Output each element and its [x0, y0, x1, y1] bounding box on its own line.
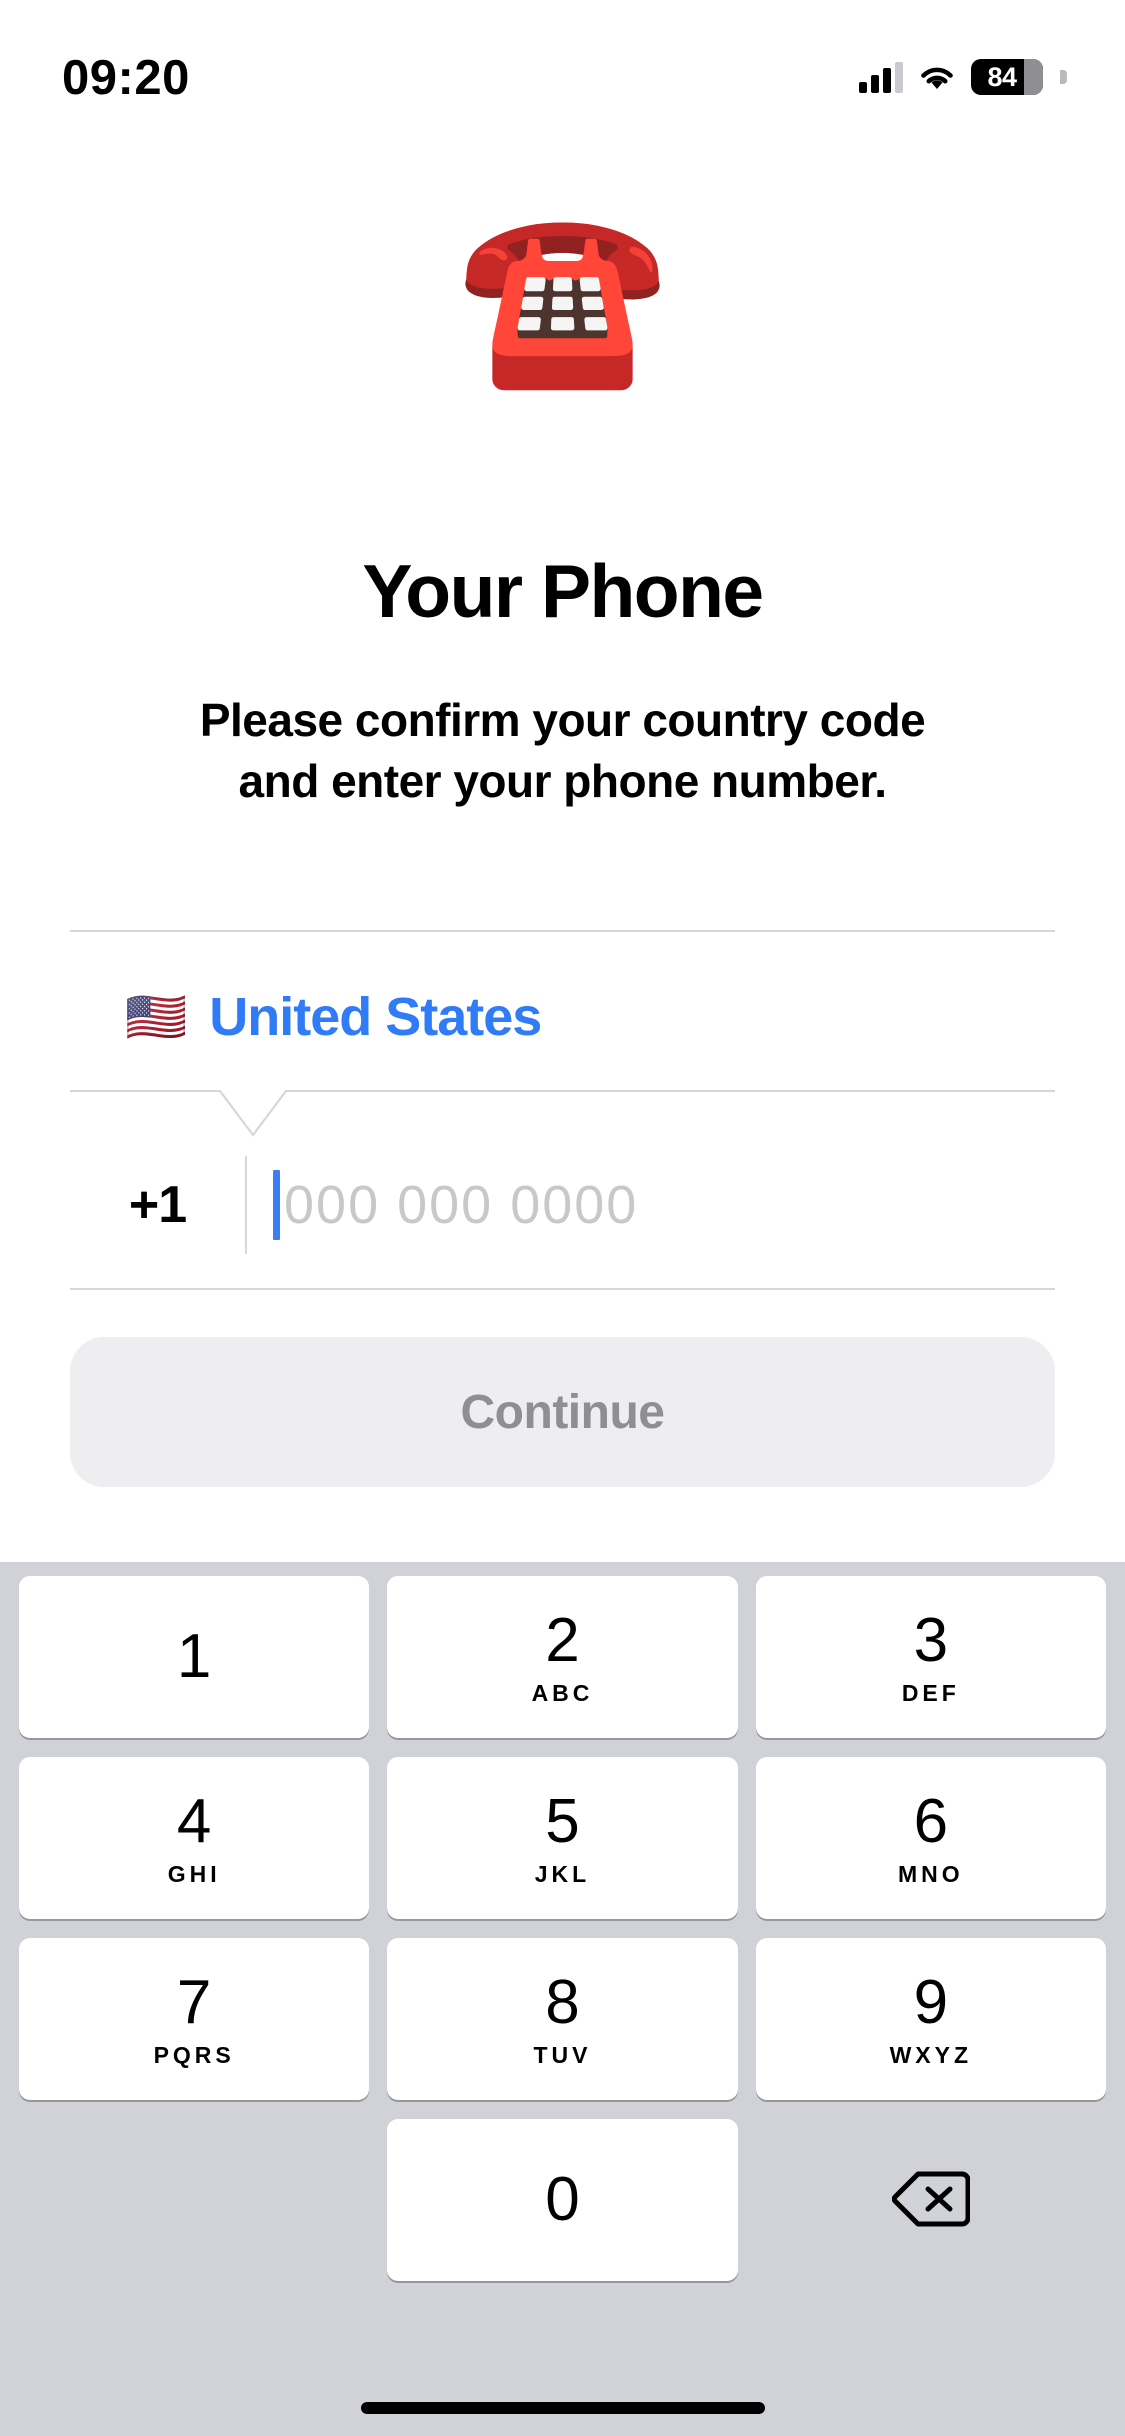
- page-title: Your Phone: [362, 549, 764, 633]
- divider-above-country: [70, 930, 1055, 932]
- dial-code-label: +1: [128, 1176, 187, 1234]
- keypad-row-2: 4 GHI 5 JKL 6 MNO: [10, 1757, 1115, 1919]
- keypad-key-8[interactable]: 8 TUV: [387, 1938, 738, 2100]
- keypad-key-1[interactable]: 1: [19, 1576, 370, 1738]
- key-letters: DEF: [901, 1679, 960, 1706]
- field-vertical-divider: [245, 1156, 247, 1254]
- keypad-spacer: [19, 2119, 369, 2281]
- divider-with-chevron-notch: [70, 1089, 1055, 1140]
- numeric-keypad: 1 2 ABC 3 DEF 4 GHI 5 JKL 6 MNO 7 PQRS 8: [0, 1562, 1125, 2436]
- country-name-label: United States: [209, 987, 542, 1047]
- text-cursor-caret: [273, 1170, 280, 1240]
- phone-number-input[interactable]: 000 000 0000: [284, 1174, 638, 1236]
- keypad-key-6[interactable]: 6 MNO: [755, 1757, 1106, 1919]
- key-letters: TUV: [533, 2041, 592, 2068]
- keypad-row-4: 0: [10, 2119, 1115, 2281]
- key-digit: 1: [176, 1622, 212, 1691]
- status-bar: 09:20 84: [0, 0, 1125, 132]
- key-digit: 8: [545, 1967, 580, 2037]
- key-digit: 0: [545, 2165, 580, 2234]
- keypad-row-1: 1 2 ABC 3 DEF: [10, 1576, 1115, 1738]
- cellular-signal-icon: [859, 61, 903, 93]
- battery-nub-icon: [1060, 70, 1067, 84]
- keypad-key-5[interactable]: 5 JKL: [387, 1757, 738, 1919]
- battery-fill: [1024, 59, 1043, 95]
- phone-number-field-row[interactable]: +1 000 000 0000: [70, 1145, 1055, 1265]
- keypad-key-3[interactable]: 3 DEF: [755, 1576, 1106, 1738]
- key-letters: GHI: [167, 1860, 221, 1887]
- key-letters: ABC: [531, 1679, 594, 1706]
- battery-level-text: 84: [987, 61, 1017, 92]
- keypad-key-0[interactable]: 0: [387, 2119, 738, 2281]
- key-digit: 7: [176, 1967, 212, 2037]
- telephone-emoji: ☎️: [456, 202, 669, 392]
- key-digit: 9: [913, 1967, 949, 2037]
- us-flag-icon: 🇺🇸: [125, 989, 188, 1045]
- key-digit: 3: [913, 1605, 949, 1675]
- keypad-key-2[interactable]: 2 ABC: [387, 1576, 738, 1738]
- country-selector[interactable]: 🇺🇸 United States: [70, 962, 1055, 1072]
- continue-button[interactable]: Continue: [70, 1337, 1055, 1487]
- backspace-delete-icon: [891, 2170, 971, 2231]
- keypad-key-7[interactable]: 7 PQRS: [19, 1938, 370, 2100]
- status-bar-time: 09:20: [62, 50, 190, 105]
- subtitle-line-1: Please confirm your country code: [199, 694, 926, 746]
- home-indicator: [360, 2402, 765, 2414]
- key-digit: 5: [545, 1786, 580, 1856]
- keypad-delete-button[interactable]: [756, 2119, 1106, 2281]
- key-letters: MNO: [897, 1860, 964, 1887]
- keypad-key-4[interactable]: 4 GHI: [19, 1757, 370, 1919]
- key-digit: 2: [545, 1605, 580, 1675]
- subtitle-line-2: and enter your phone number.: [238, 755, 887, 808]
- keypad-row-3: 7 PQRS 8 TUV 9 WXYZ: [10, 1938, 1115, 2100]
- key-letters: JKL: [534, 1860, 591, 1887]
- battery-icon: 84: [971, 59, 1043, 95]
- key-letters: WXYZ: [889, 2041, 973, 2068]
- key-digit: 4: [176, 1786, 212, 1856]
- page-subtitle: Please confirm your country code and ent…: [0, 690, 1125, 812]
- divider-below-phone: [70, 1288, 1055, 1290]
- wifi-icon: [917, 62, 957, 92]
- keypad-key-9[interactable]: 9 WXYZ: [755, 1938, 1106, 2100]
- key-letters: PQRS: [153, 2041, 235, 2068]
- key-digit: 6: [913, 1786, 949, 1856]
- status-bar-indicators: 84: [859, 37, 1067, 95]
